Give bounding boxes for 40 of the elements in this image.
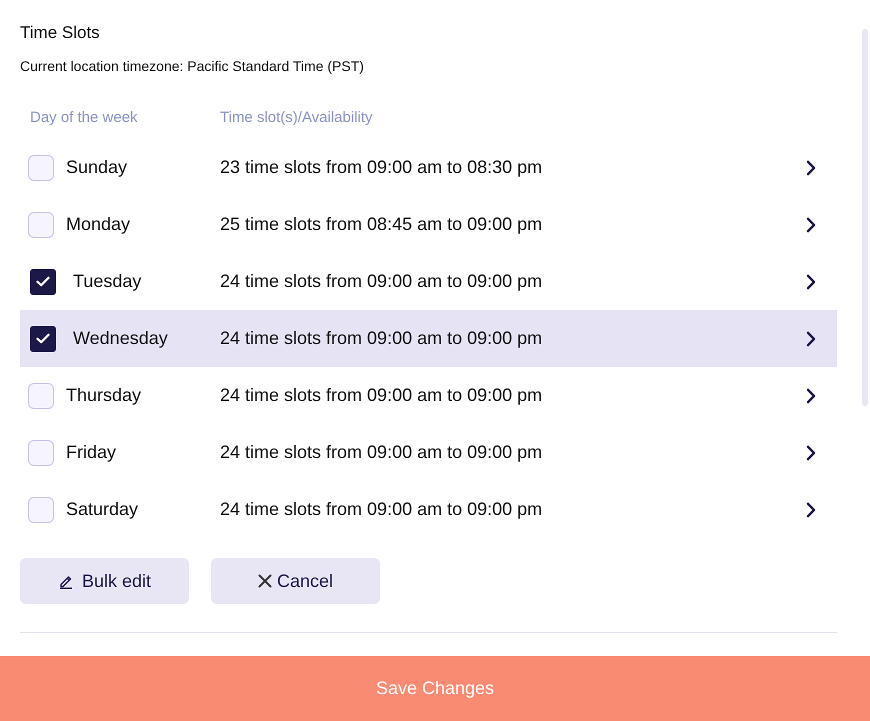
table-row[interactable]: Friday 24 time slots from 09:00 am to 09:00 pm xyxy=(20,424,837,481)
column-header: Day of the week xyxy=(29,108,139,126)
day-name: Saturday xyxy=(66,499,138,520)
checkbox[interactable] xyxy=(30,326,56,352)
availability-text: 24 time slots from 09:00 am to 09:00 pm xyxy=(220,385,544,406)
checkmark-icon xyxy=(36,276,50,287)
scrollbar-thumb[interactable] xyxy=(862,29,868,406)
day-name: Monday xyxy=(66,214,130,235)
availability-text: 23 time slots from 09:00 am to 08:30 pm xyxy=(220,157,544,178)
table-row[interactable]: Sunday 23 time slots from 09:00 am to 08:30 pm xyxy=(20,139,837,196)
checkmark-icon xyxy=(36,333,50,344)
chevron-right-icon[interactable] xyxy=(806,160,816,176)
chevron-right-icon[interactable] xyxy=(806,274,816,290)
column-header: Time slot(s)/Availability xyxy=(220,108,373,126)
day-name: Thursday xyxy=(66,385,142,406)
availability-text: 24 time slots from 09:00 am to 09:00 pm xyxy=(220,499,544,520)
section-title: Time Slots xyxy=(20,22,101,44)
table-row[interactable]: Wednesday 24 time slots from 09:00 am to 09:00 pm xyxy=(20,310,837,367)
table-row[interactable]: Thursday 24 time slots from 09:00 am to 09:00 pm xyxy=(20,367,837,424)
chevron-right-icon[interactable] xyxy=(806,388,816,404)
chevron-right-icon[interactable] xyxy=(806,502,816,518)
table-row[interactable]: Saturday 24 time slots from 09:00 am to 09:00 pm xyxy=(20,481,837,538)
cancel-button[interactable]: Cancel xyxy=(211,558,380,604)
day-name: Tuesday xyxy=(73,271,142,292)
bulk-edit-button[interactable]: Bulk edit xyxy=(20,558,189,604)
chevron-right-icon[interactable] xyxy=(806,330,816,346)
table-row[interactable]: Monday 25 time slots from 08:45 am to 09:00 pm xyxy=(20,196,837,253)
checkbox[interactable] xyxy=(30,268,56,294)
availability-text: 25 time slots from 08:45 am to 09:00 pm xyxy=(220,214,544,235)
table-row[interactable]: Tuesday 24 time slots from 09:00 am to 09:00 pm xyxy=(20,253,837,310)
close-icon xyxy=(258,574,272,588)
availability-text: 24 time slots from 09:00 am to 09:00 pm xyxy=(220,442,544,463)
availability-text: 24 time slots from 09:00 am to 09:00 pm xyxy=(220,328,544,349)
timezone-note: Current location timezone: Pacific Standard Time (PST) xyxy=(20,57,365,76)
day-name: Sunday xyxy=(66,157,128,178)
chevron-right-icon[interactable] xyxy=(806,216,816,232)
day-name: Friday xyxy=(66,442,116,463)
availability-text: 24 time slots from 09:00 am to 09:00 pm xyxy=(220,271,544,292)
day-name: Wednesday xyxy=(73,328,168,349)
chevron-right-icon[interactable] xyxy=(806,444,816,460)
